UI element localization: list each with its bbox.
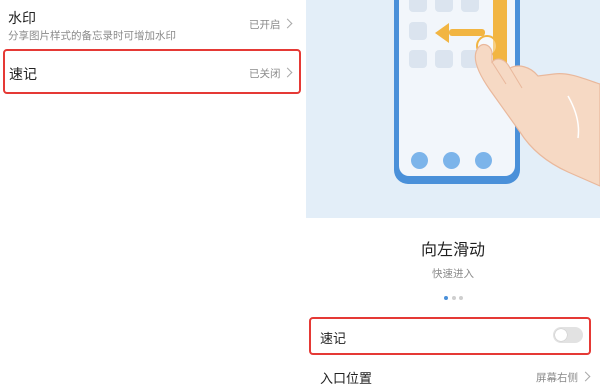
swipe-gesture-illustration [306, 0, 600, 218]
left-settings-panel: 水印 分享图片样式的备忘录时可增加水印 已开启 速记 已关闭 [0, 0, 306, 386]
watermark-setting-row[interactable]: 水印 分享图片样式的备忘录时可增加水印 已开启 [0, 0, 306, 44]
page-dot [452, 296, 456, 300]
watermark-status: 已开启 [249, 19, 281, 31]
quicknote-toggle-switch[interactable] [553, 327, 583, 343]
hand-icon [474, 43, 600, 187]
gesture-subtitle: 快速进入 [432, 268, 474, 280]
quicknote-status: 已关闭 [249, 68, 281, 80]
right-gesture-panel: 向左滑动 快速进入 速记 入口位置 屏幕右侧 [306, 0, 600, 386]
chevron-right-icon [282, 18, 293, 29]
entry-position-value: 屏幕右侧 [536, 372, 578, 384]
quicknote-toggle-label: 速记 [320, 332, 347, 347]
watermark-title: 水印 [8, 11, 36, 27]
gesture-title: 向左滑动 [420, 240, 485, 259]
entry-position-label: 入口位置 [320, 372, 373, 386]
watermark-subtitle: 分享图片样式的备忘录时可增加水印 [8, 30, 176, 42]
page-dot-active [444, 296, 448, 300]
chevron-right-icon [282, 67, 293, 78]
toggle-knob [555, 329, 567, 341]
page-dot [459, 296, 463, 300]
entry-position-row[interactable]: 入口位置 屏幕右侧 [306, 360, 600, 386]
chevron-right-icon [580, 371, 591, 382]
quicknote-title: 速记 [9, 67, 37, 83]
quicknote-setting-row[interactable]: 速记 已关闭 [0, 51, 306, 93]
